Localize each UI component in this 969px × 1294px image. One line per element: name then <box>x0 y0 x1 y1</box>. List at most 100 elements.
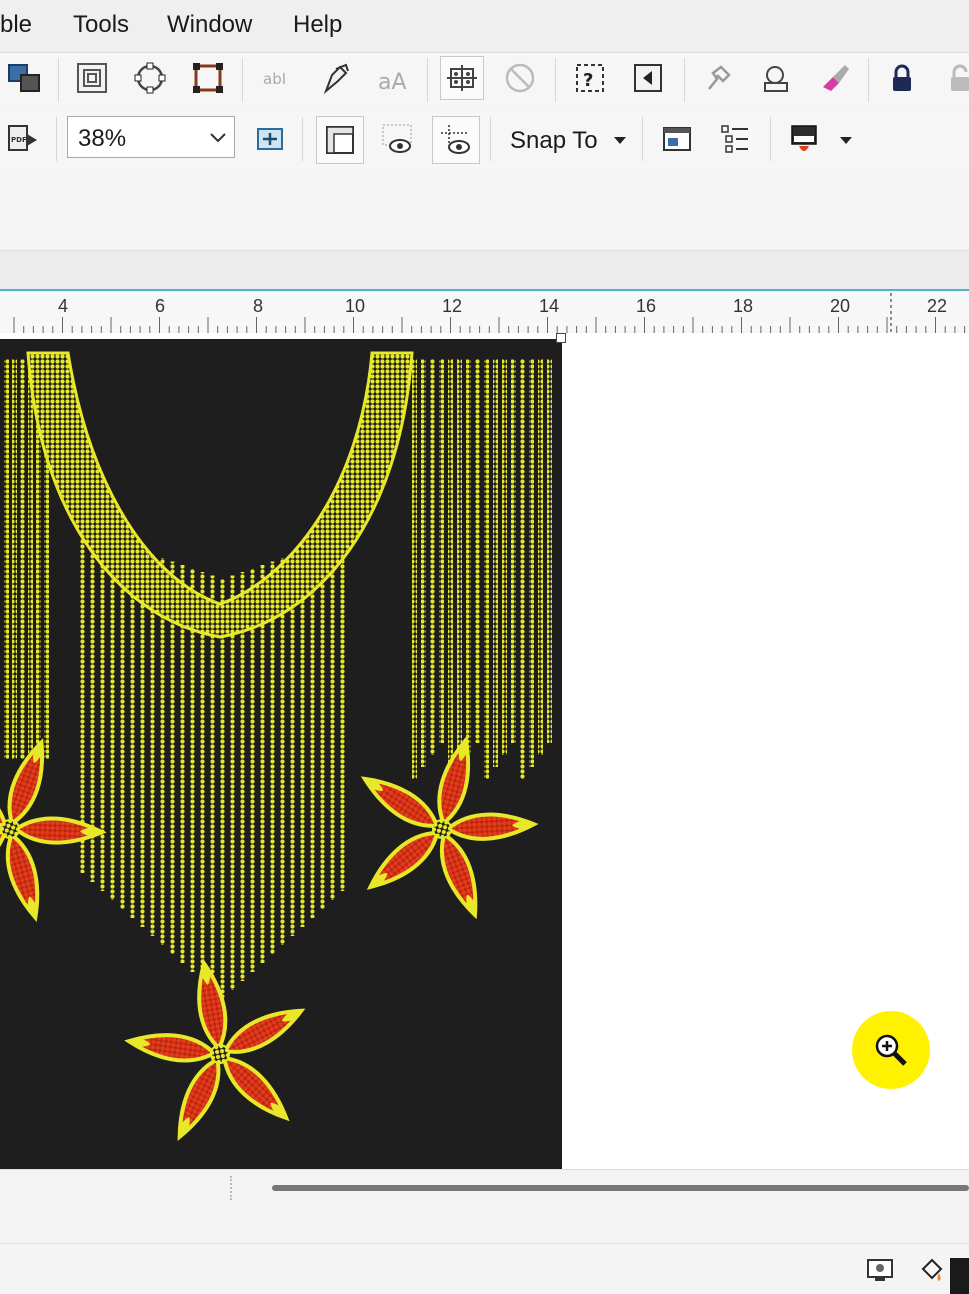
help-icon[interactable]: ? <box>568 56 612 100</box>
horizontal-scrollbar[interactable] <box>0 1169 969 1206</box>
property-bar <box>0 170 969 251</box>
page-icon[interactable] <box>655 117 699 161</box>
status-bar <box>0 1243 969 1294</box>
menu-tools[interactable]: Tools <box>73 11 129 39</box>
eraser-icon[interactable] <box>812 56 856 100</box>
fringe-strand <box>310 547 315 918</box>
arrange-icon[interactable] <box>2 56 46 100</box>
fill-color-swatch[interactable] <box>950 1258 969 1294</box>
fringe-strand <box>547 359 552 743</box>
no-entry-icon[interactable] <box>498 56 542 100</box>
fringe-strand <box>12 359 17 759</box>
fringe-strand <box>220 579 225 999</box>
checklist-icon[interactable] <box>713 117 757 161</box>
fringe-strand <box>140 551 145 927</box>
node-circle-icon[interactable] <box>128 56 172 100</box>
grid-icon[interactable] <box>440 56 484 100</box>
ruler-label: 10 <box>344 296 366 316</box>
fill-bucket-icon[interactable] <box>910 1248 954 1292</box>
frame-icon[interactable] <box>70 56 114 100</box>
ruler-label: 18 <box>732 296 754 316</box>
fringe-strand <box>511 359 516 743</box>
fringe-strand <box>493 359 498 767</box>
menu-table[interactable]: ble <box>0 11 32 39</box>
fringe-strand <box>320 544 325 909</box>
display-icon[interactable] <box>858 1248 902 1292</box>
menu-window[interactable]: Window <box>167 11 252 39</box>
ruler-label: 4 <box>57 296 69 316</box>
separator <box>302 117 303 161</box>
fringe-strand <box>457 359 462 767</box>
text-icon[interactable]: abI <box>255 56 299 100</box>
separator <box>684 58 685 102</box>
fringe-strand <box>529 359 534 767</box>
separator <box>770 117 771 161</box>
fringe-strand <box>330 540 335 900</box>
ruler-label: 12 <box>441 296 463 316</box>
fringe-strand <box>421 359 426 767</box>
standard-toolbar: abI aA ? <box>0 53 969 107</box>
zoom-in-cursor-icon <box>852 1011 930 1089</box>
grid-view-icon[interactable] <box>375 117 419 161</box>
camera-icon[interactable] <box>754 56 798 100</box>
ruler-label: 20 <box>829 296 851 316</box>
guides-view-icon[interactable] <box>432 116 480 164</box>
pdf-export-icon[interactable]: PDF <box>0 117 44 161</box>
drawing-canvas[interactable] <box>0 333 969 1169</box>
fringe-strand <box>20 359 25 759</box>
case-icon[interactable]: aA <box>371 56 415 100</box>
fringe-strand <box>484 359 489 779</box>
back-icon[interactable] <box>626 56 670 100</box>
menu-help[interactable]: Help <box>293 11 342 39</box>
fringe-strand <box>439 359 444 743</box>
scrollbar-thumb[interactable] <box>272 1185 969 1191</box>
fringe-strand <box>475 359 480 743</box>
fringe-strand <box>4 359 9 759</box>
ruler-label: 8 <box>252 296 264 316</box>
scroll-splitter[interactable] <box>230 1176 234 1200</box>
ruler-label: 16 <box>635 296 657 316</box>
ruler-label: 14 <box>538 296 560 316</box>
snap-to-button[interactable]: Snap To <box>510 127 598 155</box>
separator <box>58 58 59 102</box>
fringe-strand <box>466 359 471 755</box>
separator <box>242 58 243 102</box>
dropdown-arrow-icon[interactable] <box>838 136 854 146</box>
fringe-strand <box>28 359 33 759</box>
fringe-strand <box>130 547 135 918</box>
pen-icon[interactable] <box>313 56 357 100</box>
fringe-strand <box>100 537 105 891</box>
svg-text:aA: aA <box>378 70 407 95</box>
ruler-label: 22 <box>926 296 948 316</box>
rulers-icon[interactable] <box>316 116 364 164</box>
transform-frame-icon[interactable] <box>186 56 230 100</box>
unlock-icon[interactable] <box>938 56 969 100</box>
zoom-level-combo[interactable]: 38% <box>67 116 235 158</box>
fringe-strand <box>520 359 525 779</box>
separator <box>56 117 57 161</box>
lock-icon[interactable] <box>880 56 924 100</box>
ruler-ticks <box>13 293 966 333</box>
separator <box>555 58 556 102</box>
fringe-strand <box>210 575 215 990</box>
fringe-strand <box>502 359 507 755</box>
menu-bar: ble Tools Window Help <box>0 0 969 53</box>
embroidery-artwork[interactable] <box>0 339 562 1169</box>
fringe-strand <box>290 554 295 936</box>
color-icon[interactable] <box>782 117 826 161</box>
fringe-strand <box>230 575 235 990</box>
selection-handle[interactable] <box>556 333 566 343</box>
horizontal-ruler[interactable]: 4 6 8 10 12 14 16 18 20 22 <box>0 291 969 334</box>
svg-text:PDF: PDF <box>11 136 27 144</box>
separator <box>427 58 428 102</box>
pin-icon[interactable] <box>696 56 740 100</box>
palette-strip <box>0 1206 969 1242</box>
dropdown-arrow-icon[interactable] <box>612 136 628 146</box>
svg-text:abI: abI <box>263 70 286 88</box>
fringe-strand <box>300 551 305 927</box>
fringe-strand <box>448 359 453 779</box>
zoom-fit-icon[interactable] <box>248 117 292 161</box>
separator <box>642 117 643 161</box>
document-tab-strip <box>0 251 969 291</box>
fringe-strand <box>340 537 345 891</box>
